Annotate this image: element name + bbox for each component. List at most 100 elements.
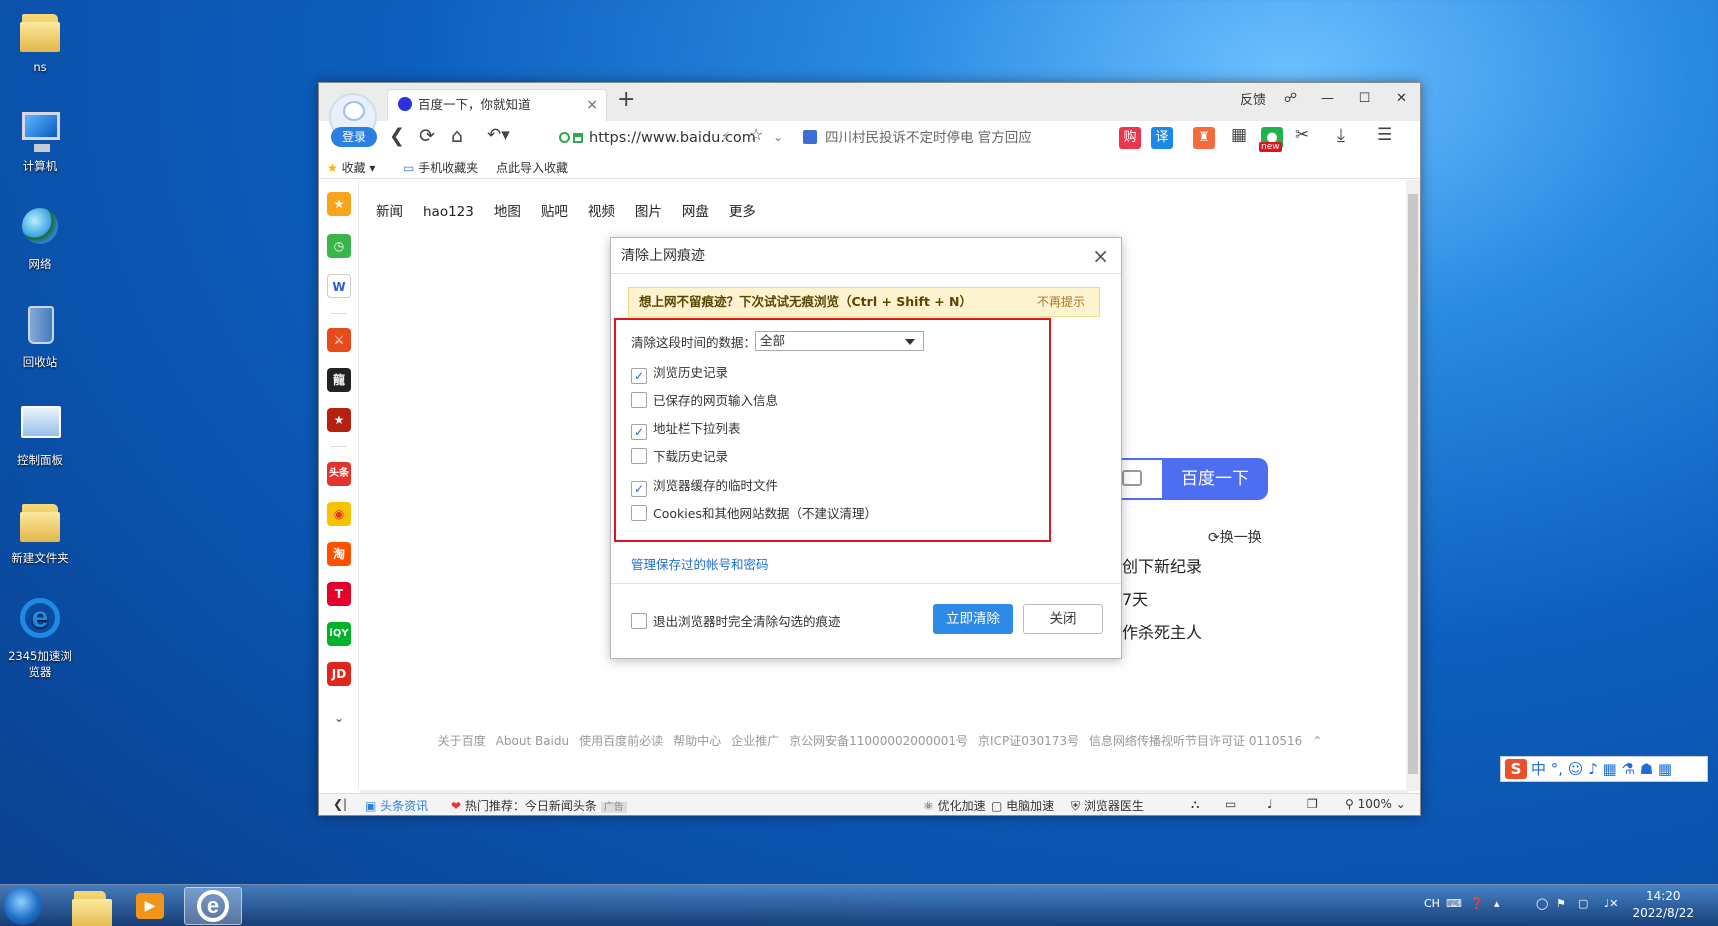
tab-close-button[interactable]: ×: [586, 90, 598, 120]
close-window-button[interactable]: ✕: [1383, 91, 1420, 106]
camera-icon[interactable]: [1122, 470, 1142, 486]
news-feed-link[interactable]: ▣ 头条资讯: [365, 797, 428, 814]
undo-icon[interactable]: ↶▾: [487, 125, 510, 145]
footer-link[interactable]: 信息网络传播视听节目许可证 0110516: [1089, 734, 1302, 748]
vr-icon[interactable]: ▭: [1225, 797, 1236, 811]
mobile-bookmarks-link[interactable]: ▭ 手机收藏夹: [403, 159, 478, 176]
login-button[interactable]: 登录: [331, 127, 377, 147]
nav-images[interactable]: 图片: [635, 204, 662, 220]
option-form-data[interactable]: 已保存的网页输入信息: [631, 390, 778, 409]
nav-hao123[interactable]: hao123: [423, 204, 474, 220]
option-browsing-history[interactable]: ✓ 浏览历史记录: [631, 362, 728, 384]
footer-link[interactable]: About Baidu: [496, 734, 569, 748]
maximize-button[interactable]: ☐: [1346, 91, 1383, 106]
import-bookmarks-link[interactable]: 点此导入收藏: [496, 159, 568, 176]
iqiyi-icon[interactable]: iQY: [327, 622, 351, 646]
dragon-game-icon[interactable]: 龍: [327, 368, 351, 392]
volume-icon[interactable]: ♩: [1267, 797, 1273, 811]
back-icon[interactable]: ❮: [389, 125, 405, 147]
nav-video[interactable]: 视频: [588, 204, 615, 220]
display-icon[interactable]: ▢: [1578, 897, 1588, 910]
taskbar-browser[interactable]: e: [184, 887, 242, 925]
taskbar-media-player[interactable]: ▶: [122, 887, 180, 925]
desktop-icon-control-panel[interactable]: 控制面板: [0, 400, 80, 468]
weibo-icon[interactable]: ◉: [327, 502, 351, 526]
pc-speed-button[interactable]: ▢ 电脑加速: [991, 797, 1054, 814]
desktop-icon-2345-browser[interactable]: e 2345加速浏 览器: [0, 596, 80, 680]
chevron-up-icon[interactable]: ⌃: [1312, 734, 1322, 748]
taobao-icon[interactable]: 淘: [327, 542, 351, 566]
game-app-icon[interactable]: ⚔: [327, 328, 351, 352]
star-icon[interactable]: ☆: [749, 125, 763, 144]
refresh-hot-button[interactable]: ⟳换一换: [1208, 527, 1262, 547]
translate-icon[interactable]: 译: [1151, 127, 1173, 149]
browser-tray-icon[interactable]: ◯: [1536, 897, 1548, 910]
favorites-star-icon[interactable]: ★: [327, 192, 351, 216]
sidebar-toggle-icon[interactable]: ❮|: [333, 797, 347, 811]
nav-pan[interactable]: 网盘: [682, 204, 709, 220]
search-button[interactable]: 百度一下: [1162, 458, 1268, 500]
menu-icon[interactable]: ☰: [1377, 125, 1392, 145]
desktop-icon-new-folder[interactable]: 新建文件夹: [0, 498, 80, 566]
toutiao-icon[interactable]: 头条: [327, 462, 351, 486]
ime-toolbar[interactable]: S中 °, ☺ ♪ ▦ ⚗ ☗ ▦: [1500, 756, 1708, 782]
desktop-icon-recycle-bin[interactable]: 回收站: [0, 302, 80, 370]
window-icon[interactable]: ❐: [1307, 797, 1318, 811]
scissors-icon[interactable]: ✂: [1295, 125, 1309, 145]
option-cookies[interactable]: Cookies和其他网站数据（不建议清理）: [631, 503, 877, 522]
favorites-menu[interactable]: ★ 收藏 ▾: [327, 159, 375, 176]
feedback-button[interactable]: 反馈: [1240, 89, 1266, 108]
game-icon[interactable]: ♜: [1193, 127, 1215, 149]
manage-passwords-link[interactable]: 管理保存过的帐号和密码: [631, 554, 769, 573]
footer-link[interactable]: 帮助中心: [673, 734, 721, 748]
nav-more[interactable]: 更多: [729, 204, 756, 220]
footer-link[interactable]: 京公网安备11000002000001号: [789, 734, 968, 748]
checkbox[interactable]: [631, 392, 647, 408]
optimize-button[interactable]: ⚛ 优化加速: [923, 797, 986, 814]
tab-baidu[interactable]: 百度一下，你就知道 ×: [387, 89, 607, 121]
clear-now-button[interactable]: 立即清除: [933, 604, 1013, 634]
footer-link[interactable]: 企业推广: [731, 734, 779, 748]
volume-muted-icon[interactable]: ♩✕: [1604, 897, 1618, 910]
option-cache[interactable]: ✓ 浏览器缓存的临时文件: [631, 475, 778, 497]
browser-doctor-button[interactable]: ⛨ 浏览器医生: [1071, 797, 1144, 814]
close-dialog-button[interactable]: 关闭: [1023, 604, 1103, 634]
checkbox[interactable]: [631, 613, 647, 629]
skin-icon[interactable]: ☍: [1272, 91, 1309, 106]
footer-link[interactable]: 京ICP证030173号: [978, 734, 1079, 748]
tmall-icon[interactable]: T: [327, 582, 351, 606]
flag-icon[interactable]: ⚑: [1556, 897, 1566, 910]
help-icon[interactable]: ❓: [1470, 897, 1484, 910]
time-range-select[interactable]: 全部: [755, 331, 924, 351]
history-clock-icon[interactable]: ◷: [327, 234, 351, 258]
desktop-icon-ns[interactable]: ns: [0, 8, 80, 74]
nav-map[interactable]: 地图: [494, 204, 521, 220]
zoom-control[interactable]: ⚲ 100% ⌄: [1345, 797, 1406, 811]
hot-recommend[interactable]: ❤ 热门推荐：今日新闻头条 广告: [451, 797, 627, 814]
new-tab-button[interactable]: +: [617, 87, 635, 112]
footer-link[interactable]: 使用百度前必读: [579, 734, 663, 748]
checkbox[interactable]: ✓: [631, 424, 647, 440]
desktop-icon-computer[interactable]: 计算机: [0, 106, 80, 174]
clear-on-exit-option[interactable]: 退出浏览器时完全清除勾选的痕迹: [631, 611, 841, 630]
home-icon[interactable]: ⌂: [451, 125, 463, 147]
taskbar-explorer[interactable]: [62, 887, 120, 926]
word-doc-icon[interactable]: W: [327, 274, 351, 298]
download-icon[interactable]: ⤓: [1337, 125, 1345, 146]
checkbox[interactable]: [631, 505, 647, 521]
start-button[interactable]: [4, 887, 42, 925]
legend-game-icon[interactable]: ★: [327, 408, 351, 432]
chevron-down-icon[interactable]: ⌄: [773, 130, 783, 144]
mini-icon[interactable]: ⛬: [1191, 797, 1199, 812]
grid-icon[interactable]: ▦: [1231, 125, 1247, 145]
url-input[interactable]: https://www.baidu.com: [559, 125, 827, 151]
dialog-close-button[interactable]: ×: [1092, 244, 1109, 268]
hot-search-box[interactable]: 四川村民投诉不定时停电 官方回应: [803, 125, 1043, 151]
system-clock[interactable]: 14:20 2022/8/22: [1632, 888, 1694, 922]
sidebar-collapse-icon[interactable]: ⌄: [327, 706, 351, 730]
option-address-bar-list[interactable]: ✓ 地址栏下拉列表: [631, 418, 741, 440]
checkbox[interactable]: ✓: [631, 481, 647, 497]
checkbox[interactable]: ✓: [631, 368, 647, 384]
shopping-icon[interactable]: 购: [1119, 127, 1141, 149]
jd-icon[interactable]: JD: [327, 662, 351, 686]
